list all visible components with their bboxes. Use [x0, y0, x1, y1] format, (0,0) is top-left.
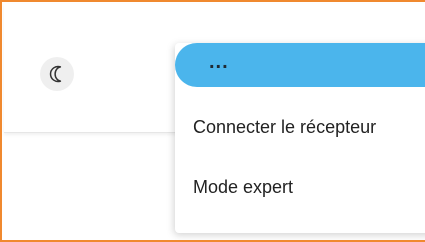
menu-item-connect-receiver[interactable]: Connecter le récepteur	[175, 107, 425, 147]
overflow-menu: ... Connecter le récepteur Mode expert	[175, 43, 425, 233]
menu-item-expert-mode[interactable]: Mode expert	[175, 167, 425, 207]
more-dots-icon: ...	[209, 51, 229, 73]
crescent-moon-icon	[48, 65, 66, 83]
app-frame: ... Connecter le récepteur Mode expert	[0, 0, 425, 242]
menu-item-label: Mode expert	[193, 176, 294, 197]
theme-toggle-button[interactable]	[40, 57, 74, 91]
menu-item-label: Connecter le récepteur	[193, 116, 377, 137]
overflow-menu-button[interactable]: ...	[175, 43, 425, 87]
